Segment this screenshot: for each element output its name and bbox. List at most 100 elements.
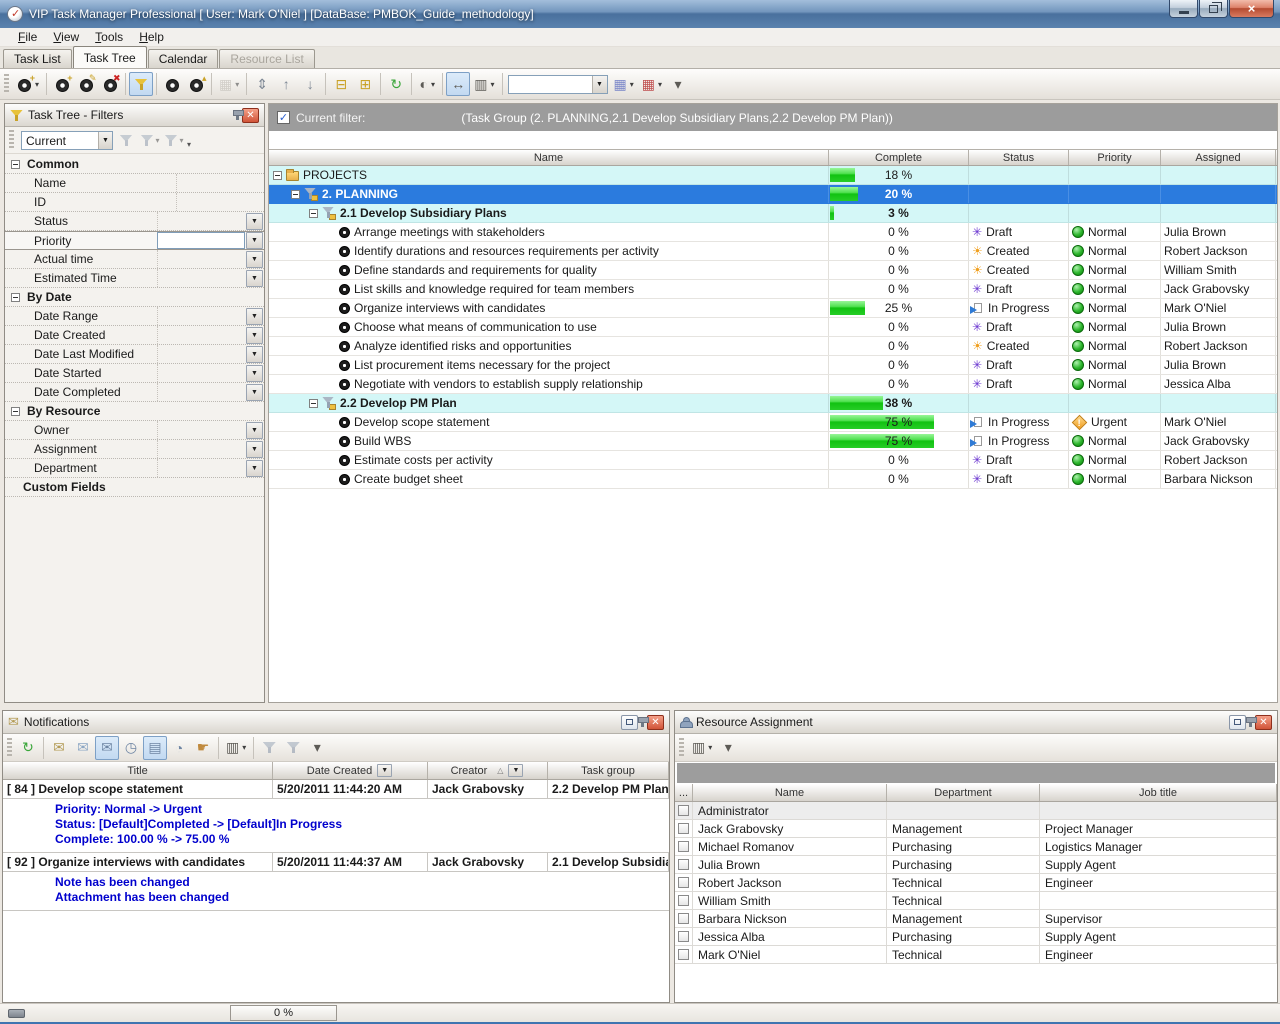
group-row[interactable]: 2.2 Develop PM Plan38 % <box>269 394 1277 413</box>
filter-icon[interactable] <box>129 72 153 96</box>
column-header-task-group[interactable]: Task group <box>548 762 669 779</box>
chevron-down-icon[interactable]: ▼ <box>246 251 263 268</box>
task-row[interactable]: Analyze identified risks and opportuniti… <box>269 337 1277 356</box>
filter-item-value[interactable] <box>157 383 245 401</box>
new-task-icon[interactable]: +▾ <box>13 72 43 96</box>
chevron-down-icon[interactable]: ▼ <box>246 384 263 401</box>
column-header-assigned[interactable]: Assigned <box>1161 150 1276 165</box>
column-header-department[interactable]: Department <box>887 784 1040 801</box>
checkbox[interactable] <box>678 805 689 816</box>
columns-icon[interactable]: ▥▾ <box>470 72 498 96</box>
chevron-down-icon[interactable]: ▼ <box>592 76 607 93</box>
resource-row[interactable]: William SmithTechnical <box>675 892 1277 910</box>
filter-item-value[interactable] <box>157 421 245 439</box>
chevron-down-icon[interactable]: ▼ <box>246 213 263 230</box>
group-row[interactable]: 2. PLANNING20 % <box>269 185 1277 204</box>
collapse-icon[interactable] <box>291 190 300 199</box>
minimize-button[interactable] <box>1169 0 1198 18</box>
task-row[interactable]: Define standards and requirements for qu… <box>269 261 1277 280</box>
task-row[interactable]: Identify durations and resources require… <box>269 242 1277 261</box>
checkbox[interactable] <box>678 895 689 906</box>
chevron-down-icon[interactable]: ▼ <box>377 764 392 777</box>
column-header-job-title[interactable]: Job title <box>1040 784 1277 801</box>
column-header-title[interactable]: Title <box>3 762 273 779</box>
chevron-down-icon[interactable]: ▼ <box>246 327 263 344</box>
complete-task-icon[interactable] <box>160 72 184 96</box>
apply-filter-icon[interactable] <box>116 129 136 151</box>
close-button[interactable]: × <box>1229 0 1274 18</box>
column-header-status[interactable]: Status <box>969 150 1069 165</box>
tab-calendar[interactable]: Calendar <box>148 49 219 68</box>
chevron-down-icon[interactable]: ▼ <box>246 441 263 458</box>
columns-icon[interactable]: ▥▾ <box>222 736 250 760</box>
filter-item-id[interactable]: ID <box>5 193 264 212</box>
show-read-icon[interactable]: ✉ <box>95 736 119 760</box>
task-row[interactable]: Arrange meetings with stakeholders0 %✳Dr… <box>269 223 1277 242</box>
filter-item-value[interactable] <box>157 250 245 268</box>
checkbox[interactable] <box>678 823 689 834</box>
filter-group-by-date[interactable]: By Date <box>5 288 264 307</box>
pin-icon[interactable] <box>236 111 239 120</box>
checkbox[interactable] <box>678 859 689 870</box>
sort-icon[interactable]: ⇕ <box>250 72 274 96</box>
column-header-creator[interactable]: Creator△▼ <box>428 762 548 779</box>
resource-row[interactable]: Barbara NicksonManagementSupervisor <box>675 910 1277 928</box>
task-row[interactable]: Choose what means of communication to us… <box>269 318 1277 337</box>
resource-row[interactable]: Jack GrabovskyManagementProject Manager <box>675 820 1277 838</box>
filter-item-department[interactable]: Department▼ <box>5 459 264 478</box>
pin-icon[interactable] <box>1249 718 1252 727</box>
clear-filter-icon[interactable]: ▾ <box>164 129 184 151</box>
filter-item-value[interactable] <box>157 364 245 382</box>
filter-item-actual-time[interactable]: Actual time▼ <box>5 250 264 269</box>
filter-panel-close-button[interactable]: ✕ <box>242 108 259 123</box>
column-header-priority[interactable]: Priority <box>1069 150 1161 165</box>
resource-row[interactable]: Michael RomanovPurchasingLogistics Manag… <box>675 838 1277 856</box>
filter-item-priority[interactable]: Priority▼ <box>5 231 264 250</box>
refresh-icon[interactable]: ↻ <box>16 736 40 760</box>
toolbar-overflow-icon[interactable]: ▾ <box>666 72 690 96</box>
collapse-icon[interactable] <box>11 407 20 416</box>
toolbar-grip[interactable] <box>679 738 684 758</box>
new-subtask-icon[interactable]: + <box>50 72 74 96</box>
filter-item-status[interactable]: Status▼ <box>5 212 264 231</box>
notifications-close-button[interactable]: ✕ <box>647 715 664 730</box>
filter-item-value[interactable] <box>157 326 245 344</box>
filter-item-estimated-time[interactable]: Estimated Time▼ <box>5 269 264 288</box>
next-notification-icon[interactable]: ✉ <box>71 736 95 760</box>
chevron-down-icon[interactable]: ▼ <box>246 346 263 363</box>
resource-row[interactable]: Mark O'NielTechnicalEngineer <box>675 946 1277 964</box>
filter-item-value[interactable] <box>157 269 245 287</box>
delete-task-icon[interactable]: ✖ <box>98 72 122 96</box>
filter-item-value[interactable] <box>176 174 264 192</box>
save-filter-icon[interactable]: ▾ <box>140 129 160 151</box>
task-row[interactable]: Develop scope statement75 %In Progress!U… <box>269 413 1277 432</box>
pin-icon[interactable] <box>641 718 644 727</box>
acknowledge-icon[interactable]: ☛ <box>191 736 215 760</box>
filter-item-date-completed[interactable]: Date Completed▼ <box>5 383 264 402</box>
restore-panel-button[interactable] <box>1229 715 1246 730</box>
collapse-icon[interactable] <box>309 209 318 218</box>
refresh-icon[interactable]: ↻ <box>384 72 408 96</box>
resource-row[interactable]: Jessica AlbaPurchasingSupply Agent <box>675 928 1277 946</box>
collapse-icon[interactable] <box>309 399 318 408</box>
column-header-item[interactable]: ... <box>675 784 693 801</box>
checkbox[interactable] <box>678 913 689 924</box>
group-row[interactable]: PROJECTS18 % <box>269 166 1277 185</box>
checkbox[interactable] <box>678 877 689 888</box>
collapse-icon[interactable] <box>273 171 282 180</box>
move-up-icon[interactable]: ↑ <box>274 72 298 96</box>
filter-item-value[interactable] <box>157 232 245 249</box>
current-filter-checkbox[interactable]: ✓ <box>277 111 290 124</box>
expand-all-icon[interactable]: ⊞ <box>353 72 377 96</box>
filter-group-by-resource[interactable]: By Resource <box>5 402 264 421</box>
delete-layout-icon[interactable]: ▦▾ <box>638 72 666 96</box>
resource-row[interactable]: Julia BrownPurchasingSupply Agent <box>675 856 1277 874</box>
filter-item-assignment[interactable]: Assignment▼ <box>5 440 264 459</box>
menu-tools[interactable]: Tools <box>87 28 131 46</box>
filter-item-value[interactable] <box>157 459 245 477</box>
notification-row[interactable]: [ 84 ] Develop scope statement5/20/2011 … <box>3 780 669 799</box>
filter-item-value[interactable] <box>157 440 245 458</box>
filter-item-date-started[interactable]: Date Started▼ <box>5 364 264 383</box>
notification-row[interactable]: [ 92 ] Organize interviews with candidat… <box>3 853 669 872</box>
column-header-name[interactable]: Name <box>693 784 887 801</box>
